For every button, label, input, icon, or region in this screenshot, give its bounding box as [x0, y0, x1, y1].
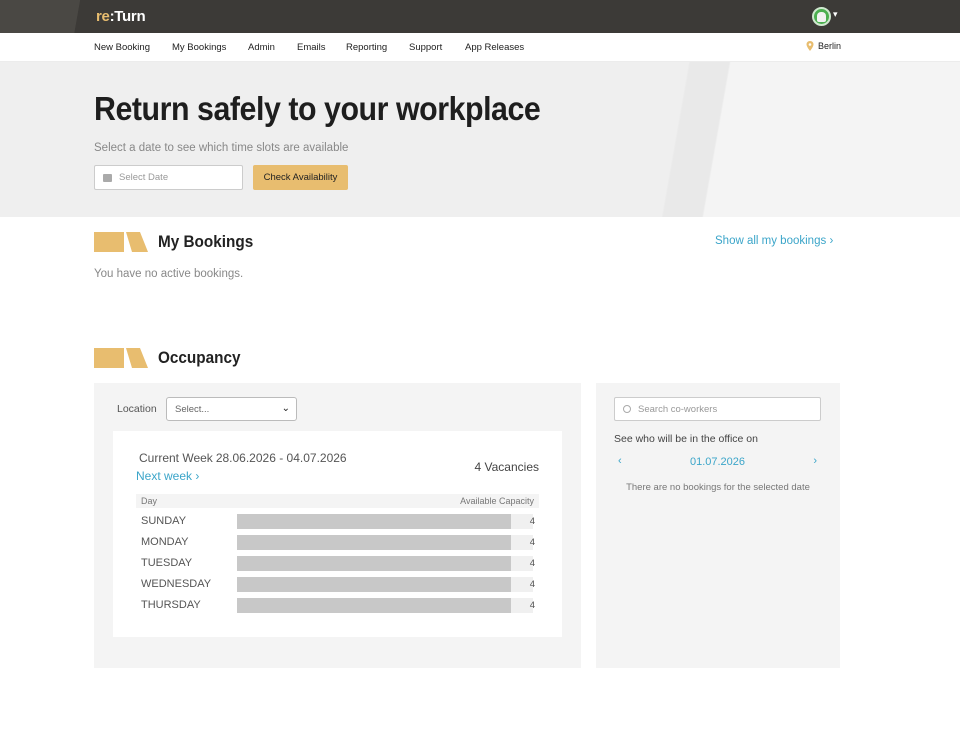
- occupancy-panel: Location Select... ⌄ Current Week 28.06.2…: [94, 383, 581, 668]
- see-who-label: See who will be in the office on: [614, 433, 758, 445]
- capacity-count: 4: [529, 516, 535, 527]
- capacity-bar-track: [237, 535, 533, 550]
- hero-section: Return safely to your workplace Select a…: [0, 62, 960, 217]
- location-pin-icon: [806, 41, 814, 51]
- avatar[interactable]: [812, 7, 831, 26]
- chevron-right-icon: ›: [829, 235, 834, 247]
- capacity-bar: [237, 535, 511, 550]
- nav-app-releases[interactable]: App Releases: [465, 42, 524, 53]
- vacancies-count: 4 Vacancies: [474, 460, 539, 474]
- day-name: WEDNESDAY: [141, 578, 212, 590]
- location-indicator[interactable]: Berlin: [806, 41, 841, 51]
- nav-new-booking[interactable]: New Booking: [94, 42, 150, 53]
- day-row: WEDNESDAY 4: [136, 574, 539, 594]
- next-week-link[interactable]: Next week ›: [136, 469, 199, 483]
- week-card: Current Week 28.06.2026 - 04.07.2026 Next…: [113, 431, 562, 637]
- nav-admin[interactable]: Admin: [248, 42, 275, 53]
- day-name: TUESDAY: [141, 557, 193, 569]
- location-select-value: Select...: [175, 403, 210, 415]
- avatar-face-icon: [817, 11, 826, 22]
- top-bar: re:Turn ▾: [0, 0, 960, 33]
- day-row: TUESDAY 4: [136, 553, 539, 573]
- nav-support[interactable]: Support: [409, 42, 442, 53]
- selected-date: 01.07.2026: [689, 456, 746, 468]
- search-coworkers-input[interactable]: Search co-workers: [614, 397, 821, 421]
- check-availability-button[interactable]: Check Availability: [253, 165, 348, 190]
- hero-subtitle: Select a date to see which time slots ar…: [94, 142, 349, 154]
- capacity-bar: [237, 556, 511, 571]
- occupancy-title: Occupancy: [158, 348, 241, 367]
- chevron-right-icon[interactable]: ›: [813, 455, 817, 467]
- main-nav: New Booking My Bookings Admin Emails Rep…: [0, 33, 960, 62]
- page-title: Return safely to your workplace: [94, 90, 541, 127]
- my-bookings-title: My Bookings: [158, 232, 254, 251]
- coworkers-panel: Search co-workers See who will be in the…: [596, 383, 840, 668]
- capacity-bar-track: [237, 577, 533, 592]
- no-bookings-date-text: There are no bookings for the selected d…: [626, 482, 810, 493]
- capacity-table-header: Day Available Capacity: [136, 494, 539, 508]
- nav-emails[interactable]: Emails: [297, 42, 326, 53]
- date-input-placeholder: Select Date: [119, 172, 169, 183]
- date-input[interactable]: Select Date: [94, 165, 243, 190]
- location-label: Location: [117, 403, 157, 415]
- day-name: MONDAY: [141, 536, 189, 548]
- capacity-count: 4: [529, 558, 535, 569]
- chevron-right-icon: ›: [195, 469, 200, 483]
- location-select[interactable]: Select... ⌄: [166, 397, 297, 421]
- capacity-bar: [237, 514, 511, 529]
- capacity-bar-track: [237, 514, 533, 529]
- current-week-label: Current Week: [139, 451, 213, 465]
- nav-my-bookings[interactable]: My Bookings: [172, 42, 226, 53]
- capacity-bar: [237, 598, 511, 613]
- column-capacity: Available Capacity: [460, 496, 534, 506]
- capacity-bar: [237, 577, 511, 592]
- chevron-down-icon[interactable]: ▾: [833, 10, 841, 19]
- search-icon: [623, 405, 631, 413]
- nav-reporting[interactable]: Reporting: [346, 42, 387, 53]
- chevron-down-icon: ⌄: [281, 403, 290, 414]
- capacity-count: 4: [529, 579, 535, 590]
- section-icon: [94, 232, 148, 252]
- day-row: THURSDAY 4: [136, 595, 539, 615]
- day-name: THURSDAY: [141, 599, 201, 611]
- section-icon: [94, 348, 148, 368]
- show-all-bookings-link[interactable]: Show all my bookings ›: [715, 235, 833, 247]
- day-row: SUNDAY 4: [136, 511, 539, 531]
- search-placeholder: Search co-workers: [638, 403, 718, 415]
- top-bar-band-edge: [70, 0, 84, 33]
- capacity-count: 4: [529, 537, 535, 548]
- column-day: Day: [141, 496, 158, 506]
- week-range: 28.06.2026 - 04.07.2026: [215, 451, 347, 465]
- date-navigator: ‹ 01.07.2026 ›: [614, 455, 821, 471]
- location-name: Berlin: [818, 41, 842, 51]
- no-bookings-text: You have no active bookings.: [94, 268, 244, 280]
- capacity-bar-track: [237, 556, 533, 571]
- day-row: MONDAY 4: [136, 532, 539, 552]
- capacity-bar-track: [237, 598, 533, 613]
- day-name: SUNDAY: [141, 515, 187, 527]
- hero-decoration: [655, 62, 960, 217]
- capacity-count: 4: [529, 600, 535, 611]
- current-week: Current Week 28.06.2026 - 04.07.2026: [136, 451, 347, 465]
- app-logo[interactable]: re:Turn: [96, 8, 146, 25]
- calendar-icon: [103, 173, 112, 182]
